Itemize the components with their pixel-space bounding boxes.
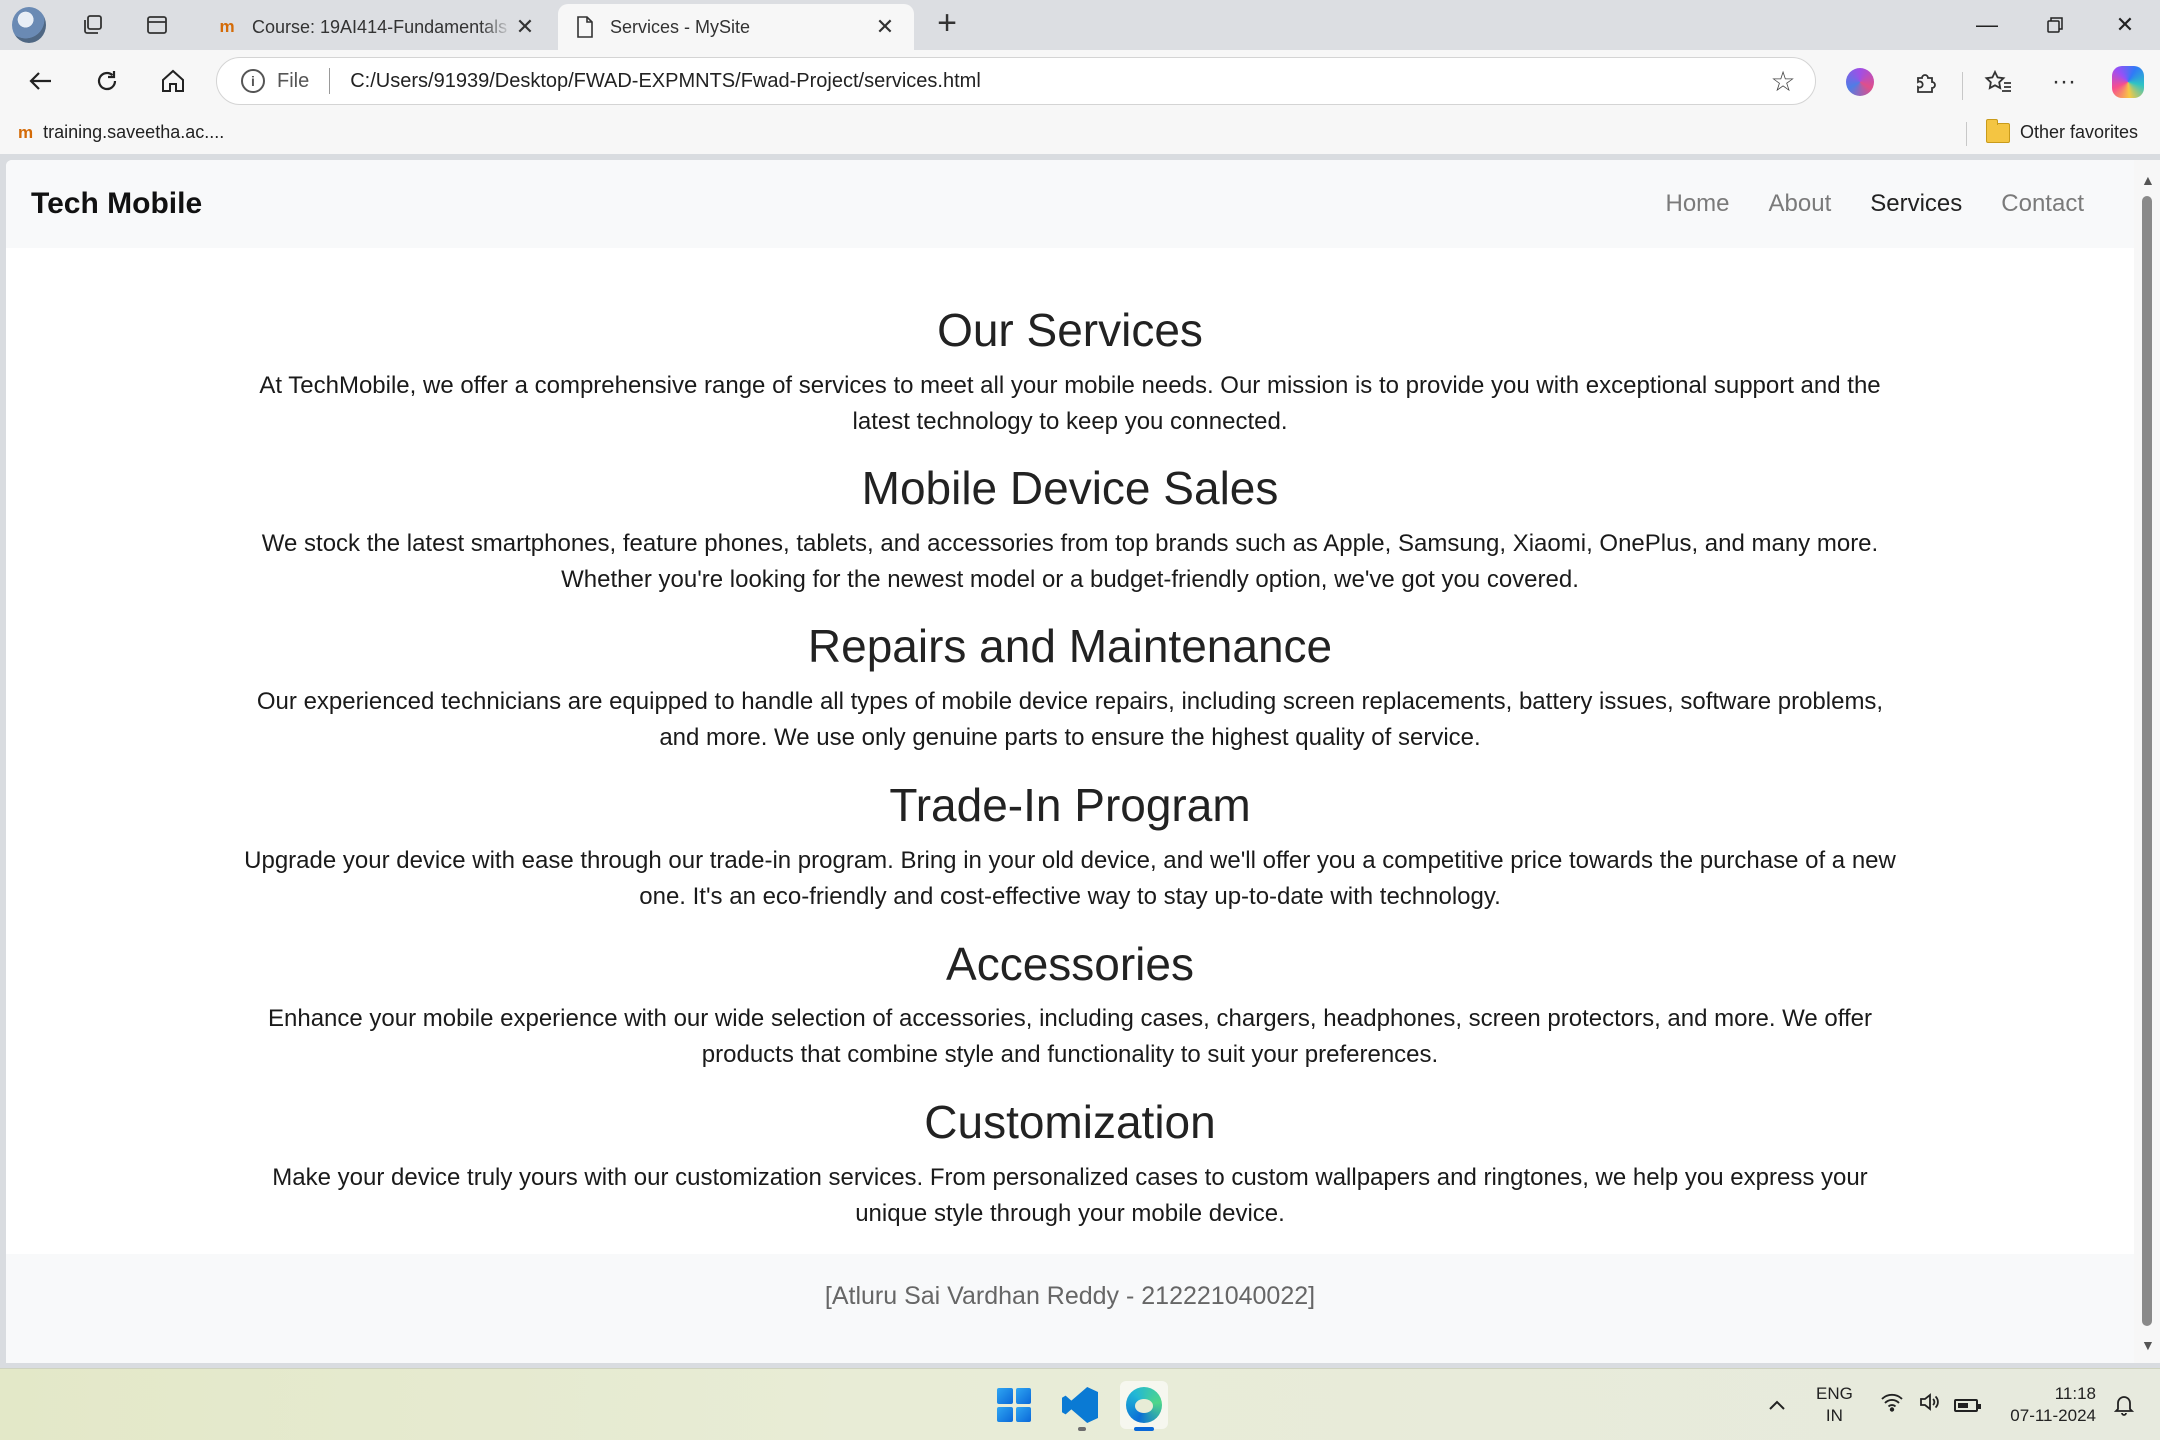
services-content: Our Services At TechMobile, we offer a c… [6, 248, 2134, 1254]
home-icon[interactable] [156, 64, 190, 98]
info-icon[interactable]: i [241, 69, 265, 93]
section-text: We stock the latest smartphones, feature… [261, 530, 1879, 593]
nav-link-home[interactable]: Home [1666, 190, 1730, 218]
section-text: Our experienced technicians are equipped… [256, 688, 1884, 751]
section-title: Our Services [937, 304, 1203, 356]
folder-icon [1986, 118, 2010, 143]
nav-link-about[interactable]: About [1769, 190, 1832, 218]
section-title: Repairs and Maintenance [807, 620, 1333, 672]
other-favorites-button[interactable]: Other favorites [1986, 118, 2139, 143]
edge-browser-icon[interactable] [1120, 1381, 1168, 1429]
browser-toolbar: i File C:/Users/91939/Desktop/FWAD-EXPMN… [0, 50, 2160, 112]
vertical-tabs-icon[interactable] [140, 8, 174, 42]
show-hidden-icons-chevron-icon[interactable] [1768, 1369, 1786, 1440]
extensions-puzzle-icon[interactable] [1908, 64, 1944, 100]
active-indicator [1134, 1427, 1154, 1431]
section-title: Accessories [946, 938, 1194, 990]
windows-taskbar: ENG IN 11:18 07-11-2024 [0, 1368, 2160, 1440]
tab-course[interactable]: m Course: 19AI414-Fundamentals of Web Ap… [200, 4, 554, 50]
language-code: ENG [1816, 1384, 1853, 1403]
window-close-icon[interactable]: ✕ [2092, 0, 2158, 50]
clock-date: 07-11-2024 [2010, 1406, 2096, 1425]
other-favorites-label: Other favorites [2020, 122, 2139, 142]
tab-title: Services - MySite [610, 16, 751, 37]
favorites-star-icon[interactable] [1980, 64, 2016, 100]
workspaces-icon[interactable] [76, 8, 110, 42]
scroll-up-arrow-icon[interactable]: ▲ [2141, 172, 2155, 188]
section-text: Make your device truly yours with our cu… [272, 1164, 1868, 1227]
section-title: Mobile Device Sales [861, 462, 1279, 514]
brain-extension-icon[interactable] [1842, 64, 1878, 100]
input-language-indicator[interactable]: ENG IN [1816, 1369, 1853, 1440]
scheme-label: File [277, 69, 310, 92]
star-icon[interactable]: ☆ [1759, 65, 1807, 98]
more-menu-icon[interactable]: ··· [2046, 64, 2082, 100]
section-text: Upgrade your device with ease through ou… [244, 847, 1896, 910]
copilot-icon[interactable] [2110, 64, 2146, 100]
nav-link-contact[interactable]: Contact [2001, 190, 2084, 218]
close-icon[interactable]: ✕ [872, 14, 898, 40]
divider [1962, 72, 1963, 100]
nav-link-services[interactable]: Services [1870, 190, 1962, 218]
page-scrollbar[interactable]: ▲ ▼ [2134, 160, 2160, 1363]
moodle-m-icon: m [219, 17, 235, 36]
reload-icon[interactable] [90, 64, 124, 98]
moodle-m-icon: m [18, 122, 34, 142]
system-tray-icons[interactable] [1880, 1369, 1981, 1440]
wifi-icon[interactable] [1880, 1392, 1904, 1418]
scroll-down-arrow-icon[interactable]: ▼ [2141, 1337, 2155, 1353]
volume-icon[interactable] [1918, 1392, 1940, 1418]
scrollbar-thumb[interactable] [2142, 196, 2152, 1326]
system-clock[interactable]: 11:18 07-11-2024 [2000, 1369, 2096, 1440]
favorites-bar: m training.saveetha.ac.... Other favorit… [0, 112, 2160, 154]
minimize-icon[interactable]: — [1954, 0, 2020, 50]
section-text: Enhance your mobile experience with our … [268, 1005, 1872, 1068]
notification-bell-icon[interactable] [2114, 1369, 2134, 1440]
page-icon [574, 16, 596, 38]
running-indicator [1078, 1427, 1086, 1431]
divider [1966, 122, 1967, 146]
address-bar[interactable]: i File C:/Users/91939/Desktop/FWAD-EXPMN… [216, 57, 1816, 105]
battery-icon[interactable] [1954, 1398, 1981, 1412]
section-text: At TechMobile, we offer a comprehensive … [259, 372, 1881, 435]
page-viewport: Tech Mobile Home About Services Contact … [6, 160, 2134, 1363]
site-nav-links: Home About Services Contact [1666, 190, 2085, 218]
site-brand[interactable]: Tech Mobile [31, 187, 202, 221]
site-navbar: Tech Mobile Home About Services Contact [6, 160, 2134, 248]
profile-avatar[interactable] [12, 7, 46, 43]
tab-services[interactable]: Services - MySite ✕ [558, 4, 914, 50]
close-icon[interactable]: ✕ [512, 14, 538, 40]
site-footer: [Atluru Sai Vardhan Reddy - 212221040022… [6, 1254, 2134, 1363]
url-text[interactable]: C:/Users/91939/Desktop/FWAD-EXPMNTS/Fwad… [350, 70, 1759, 93]
section-title: Customization [924, 1096, 1216, 1148]
clock-time: 11:18 [2054, 1384, 2096, 1403]
browser-tab-strip: m Course: 19AI414-Fundamentals of Web Ap… [0, 0, 2160, 50]
windows-start-icon[interactable] [990, 1381, 1038, 1429]
favorite-link[interactable]: m training.saveetha.ac.... [18, 122, 224, 143]
region-code: IN [1825, 1406, 1843, 1425]
divider [329, 68, 331, 94]
section-title: Trade-In Program [889, 779, 1251, 831]
restore-icon[interactable] [2022, 0, 2088, 50]
back-arrow-icon[interactable] [24, 64, 58, 98]
plus-icon[interactable]: + [930, 6, 964, 42]
favorite-label: training.saveetha.ac.... [43, 122, 225, 142]
tab-title: Course: 19AI414-Fundamentals of Web Appl… [252, 16, 512, 37]
vscode-icon[interactable] [1056, 1381, 1104, 1429]
